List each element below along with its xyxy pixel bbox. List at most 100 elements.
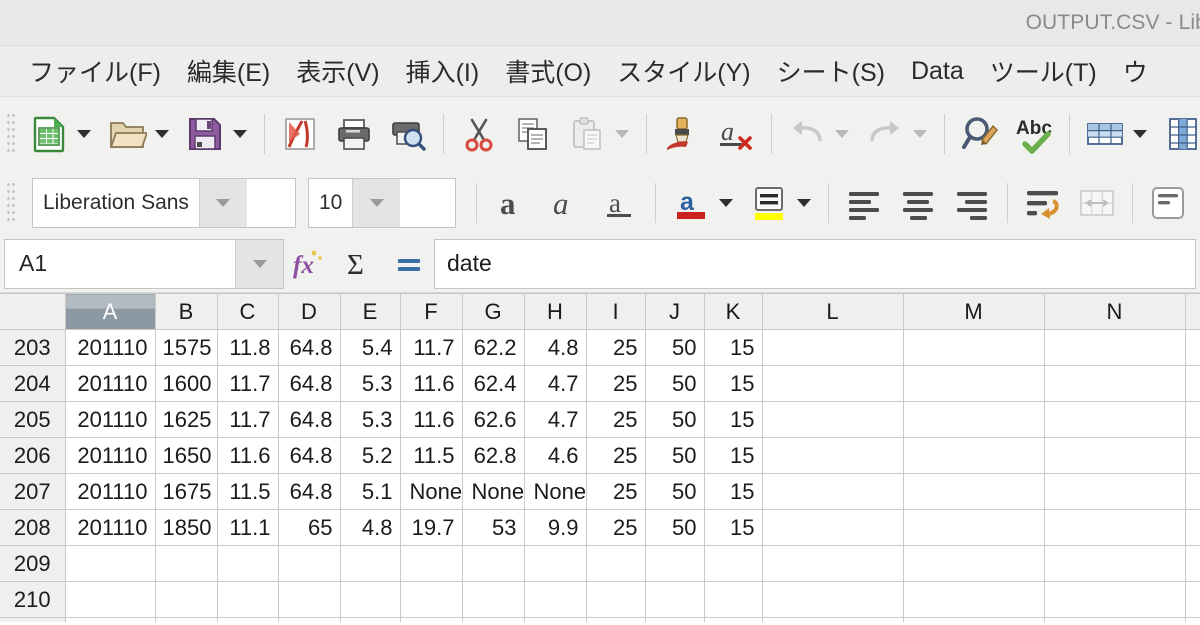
column-header-m[interactable]: M [903,293,1045,330]
cell-I203[interactable]: 25 [586,329,646,366]
align-center-button[interactable] [891,176,945,230]
cell-M206[interactable] [903,437,1045,474]
menu-data[interactable]: Data [898,55,977,88]
cell-D209[interactable] [278,545,341,582]
cell-A205[interactable]: 201110 [65,401,156,438]
bold-button[interactable]: a [485,176,539,230]
cell-D205[interactable]: 64.8 [278,401,341,438]
cell-N205[interactable] [1044,401,1186,438]
menu-tools[interactable]: ツール(T) [977,51,1110,91]
cell-J211[interactable] [645,617,705,622]
insert-column-button[interactable] [1156,107,1200,161]
font-name-dropdown[interactable] [198,179,247,227]
cell-B205[interactable]: 1625 [155,401,218,438]
cell-B203[interactable]: 1575 [155,329,218,366]
export-pdf-button[interactable] [273,107,327,161]
cell-O206[interactable] [1185,437,1200,474]
menu-sheet[interactable]: シート(S) [764,51,898,91]
copy-button[interactable] [506,107,560,161]
cell-J206[interactable]: 50 [645,437,705,474]
cell-K209[interactable] [704,545,763,582]
cell-J203[interactable]: 50 [645,329,705,366]
column-header-k[interactable]: K [704,293,763,330]
cell-M203[interactable] [903,329,1045,366]
name-box[interactable]: A1 [4,238,284,289]
cell-F208[interactable]: 19.7 [400,509,463,546]
cell-O209[interactable] [1185,545,1200,582]
underline-button[interactable]: a [593,176,647,230]
function-wizard-button[interactable]: fx [284,238,334,290]
cell-B208[interactable]: 1850 [155,509,218,546]
cell-G206[interactable]: 62.8 [462,437,525,474]
cell-F211[interactable] [400,617,463,622]
clear-formatting-button[interactable]: a [709,107,763,161]
cell-C203[interactable]: 11.8 [217,329,279,366]
cell-D207[interactable]: 64.8 [278,473,341,510]
cell-J210[interactable] [645,581,705,618]
cell-C210[interactable] [217,581,279,618]
font-name-combo[interactable]: Liberation Sans [32,178,296,228]
insert-row-button[interactable] [1078,107,1132,161]
align-left-button[interactable] [837,176,891,230]
spelling-button[interactable]: Abc [1007,107,1061,161]
cell-N211[interactable] [1044,617,1186,622]
cell-G205[interactable]: 62.6 [462,401,525,438]
cell-A210[interactable] [65,581,156,618]
find-replace-button[interactable] [953,107,1007,161]
cell-L204[interactable] [762,365,904,402]
cell-I205[interactable]: 25 [586,401,646,438]
column-header-i[interactable]: I [586,293,646,330]
cell-G207[interactable]: None [462,473,525,510]
italic-button[interactable]: a [539,176,593,230]
redo-button[interactable] [858,107,912,161]
cut-button[interactable] [452,107,506,161]
cell-K204[interactable]: 15 [704,365,763,402]
cell-F209[interactable] [400,545,463,582]
cell-B211[interactable] [155,617,218,622]
row-header[interactable]: 204 [0,365,66,402]
column-header-l[interactable]: L [762,293,904,330]
cell-A211[interactable] [65,617,156,622]
cell-H211[interactable] [524,617,587,622]
cell-M204[interactable] [903,365,1045,402]
cell-G208[interactable]: 53 [462,509,525,546]
cell-L206[interactable] [762,437,904,474]
cell-K210[interactable] [704,581,763,618]
menu-edit[interactable]: 編集(E) [174,51,283,91]
redo-dropdown-icon[interactable] [913,130,927,138]
sum-button[interactable]: Σ [334,238,384,290]
open-dropdown-icon[interactable] [155,130,169,138]
column-header-o[interactable]: O [1185,293,1200,330]
cell-O204[interactable] [1185,365,1200,402]
cell-N204[interactable] [1044,365,1186,402]
cell-K208[interactable]: 15 [704,509,763,546]
cell-A207[interactable]: 201110 [65,473,156,510]
cell-L208[interactable] [762,509,904,546]
cell-H209[interactable] [524,545,587,582]
row-dropdown-icon[interactable] [1133,130,1147,138]
cell-G204[interactable]: 62.4 [462,365,525,402]
spreadsheet-grid[interactable]: A B C D E F G H I J K L M N O 2032011101… [0,293,1200,622]
cell-J205[interactable]: 50 [645,401,705,438]
row-header[interactable]: 210 [0,581,66,618]
row-header[interactable]: 205 [0,401,66,438]
cell-N207[interactable] [1044,473,1186,510]
cell-G211[interactable] [462,617,525,622]
align-right-button[interactable] [945,176,999,230]
font-size-combo[interactable]: 10 [308,178,456,228]
font-name-input[interactable]: Liberation Sans [33,179,199,227]
cell-A203[interactable]: 201110 [65,329,156,366]
cell-O207[interactable] [1185,473,1200,510]
cell-L207[interactable] [762,473,904,510]
cell-I204[interactable]: 25 [586,365,646,402]
align-center-vertical-button[interactable] [1195,176,1200,230]
cell-A209[interactable] [65,545,156,582]
cell-O210[interactable] [1185,581,1200,618]
cell-E208[interactable]: 4.8 [340,509,401,546]
save-button[interactable] [178,107,232,161]
cell-L209[interactable] [762,545,904,582]
column-header-b[interactable]: B [155,293,218,330]
column-header-g[interactable]: G [462,293,525,330]
cell-J208[interactable]: 50 [645,509,705,546]
cell-O203[interactable] [1185,329,1200,366]
